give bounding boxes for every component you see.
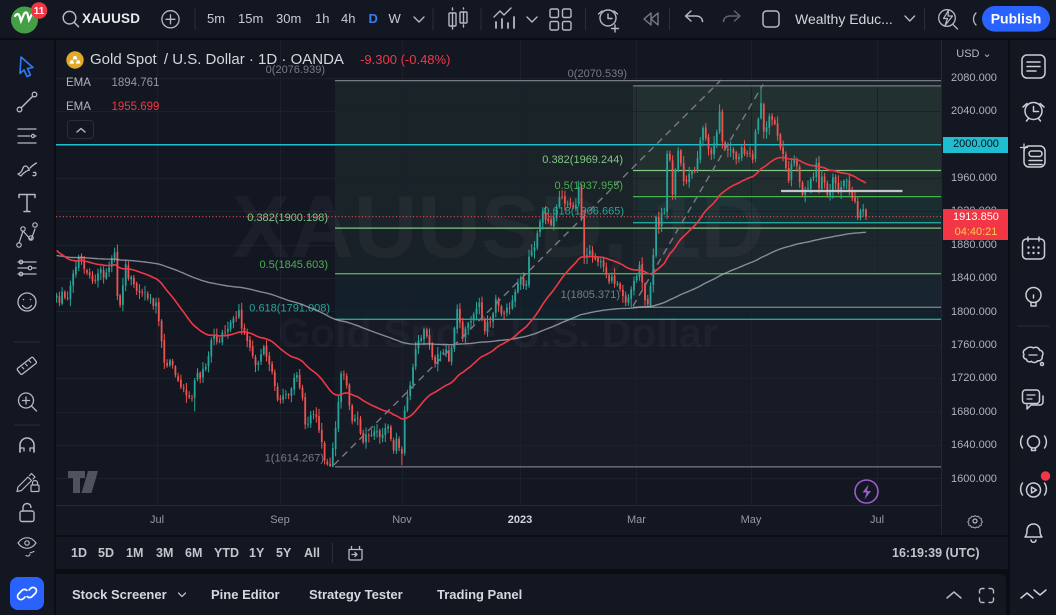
svg-text:1(1614.267): 1(1614.267) — [265, 453, 324, 465]
svg-text:0.618(1791.008): 0.618(1791.008) — [249, 303, 330, 315]
svg-text:0(2070.539): 0(2070.539) — [568, 68, 627, 80]
svg-text:0.5(1937.955): 0.5(1937.955) — [555, 180, 624, 192]
svg-text:1(1805.371): 1(1805.371) — [561, 289, 620, 301]
svg-text:Publish: Publish — [991, 11, 1042, 27]
svg-text:11: 11 — [34, 6, 45, 17]
svg-text:0.382(1969.244): 0.382(1969.244) — [542, 154, 623, 166]
svg-text:0.5(1845.603): 0.5(1845.603) — [260, 259, 329, 271]
svg-text:Gold Spot · U.S. Dollar: Gold Spot · U.S. Dollar — [278, 310, 718, 356]
svg-text:0.382(1900.198): 0.382(1900.198) — [247, 212, 328, 224]
